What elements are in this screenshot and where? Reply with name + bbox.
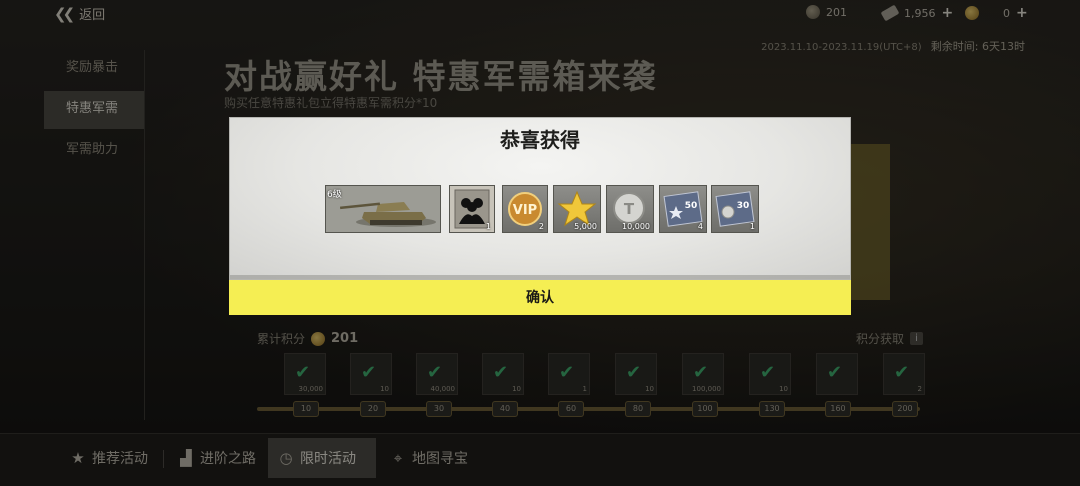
item-qty: 5,000 — [574, 222, 597, 231]
reward-item-boost-50[interactable]: 50 4 — [659, 185, 707, 233]
confirm-button[interactable]: 确认 — [229, 280, 851, 315]
modal-body: 恭喜获得 6级 1 VIP 2 5,000 T 10,000 50 4 30 1 — [229, 117, 851, 280]
item-qty: 10,000 — [622, 222, 650, 231]
item-qty: 2 — [538, 222, 544, 231]
reward-item-boost-30[interactable]: 30 1 — [711, 185, 759, 233]
reward-item-tank[interactable]: 6级 — [325, 185, 441, 233]
item-qty: 4 — [697, 222, 703, 231]
svg-text:T: T — [624, 200, 635, 218]
reward-item-vip[interactable]: VIP 2 — [502, 185, 548, 233]
reward-item-silver[interactable]: T 10,000 — [606, 185, 654, 233]
reward-modal: 恭喜获得 6级 1 VIP 2 5,000 T 10,000 50 4 30 1… — [229, 117, 851, 315]
svg-text:VIP: VIP — [513, 203, 537, 218]
reward-item-star[interactable]: 5,000 — [553, 185, 601, 233]
tank-tier: 6级 — [327, 190, 342, 200]
boost-badge: 50 — [685, 201, 698, 211]
item-qty: 1 — [749, 222, 755, 231]
reward-item-crew[interactable]: 1 — [449, 185, 495, 233]
tank-icon — [326, 186, 440, 232]
modal-title: 恭喜获得 — [500, 128, 580, 152]
item-qty: 1 — [485, 222, 491, 231]
boost-badge: 30 — [737, 201, 750, 211]
